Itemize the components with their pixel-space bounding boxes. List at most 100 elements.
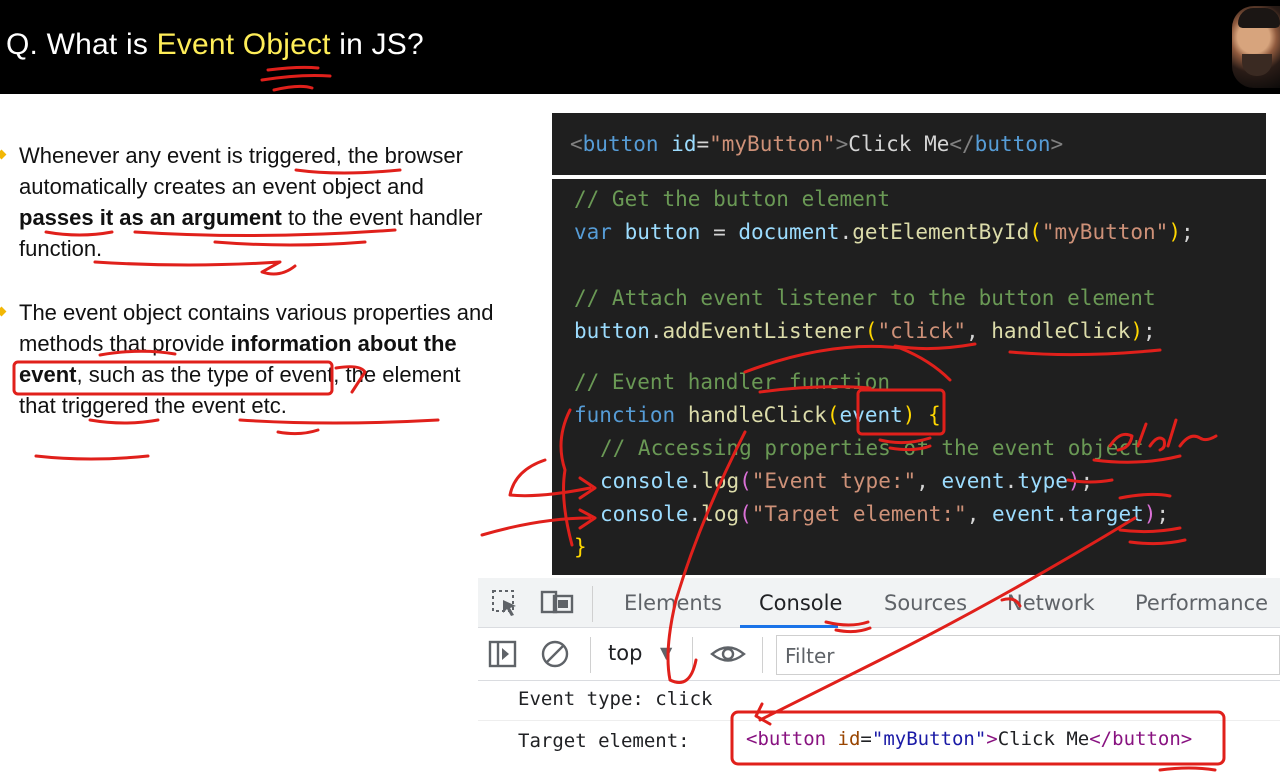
bullet-text: , such as the type of event, the element… — [19, 362, 461, 418]
code-token: handleClick — [991, 319, 1131, 343]
code-token: addEventListener — [662, 319, 865, 343]
code-token: > — [1050, 132, 1064, 156]
code-token: button — [624, 220, 701, 244]
code-token: . — [1004, 469, 1018, 493]
code-token: getElementById — [852, 220, 1030, 244]
code-token: ) — [1130, 319, 1144, 343]
presenter-avatar — [1232, 6, 1280, 88]
code-line: // Accessing properties of the event obj… — [600, 436, 1144, 466]
code-token: button — [582, 132, 659, 156]
bullet-item: Whenever any event is triggered, the bro… — [0, 140, 500, 264]
code-token: "myButton" — [1041, 220, 1169, 244]
code-token: < — [570, 132, 583, 156]
code-line: // Get the button element — [574, 187, 890, 217]
js-code-panel: // Get the button element var button = d… — [552, 179, 1266, 575]
html-code-line: <button id="myButton">Click Me</button> — [570, 132, 1063, 156]
el-token: > — [1180, 728, 1193, 750]
code-line: console.log("Event type:", event.type); — [600, 469, 1093, 499]
el-token: "myButton" — [871, 728, 987, 750]
el-token: Click Me — [997, 728, 1090, 750]
active-tab-indicator — [740, 625, 838, 628]
code-comment: // Event handler function — [574, 370, 891, 394]
code-token: console — [600, 469, 689, 493]
device-toggle-icon[interactable] — [540, 588, 574, 625]
devtools-tab-bar: Elements Console Sources Network Perform… — [478, 578, 1280, 628]
el-token: = — [860, 728, 872, 750]
toolbar-divider — [592, 586, 593, 622]
code-token: "Target element:" — [751, 502, 967, 526]
dropdown-arrow-icon[interactable]: ▼ — [660, 643, 672, 662]
code-token: type — [1017, 469, 1068, 493]
code-token: ; — [1180, 220, 1194, 244]
sidebar-icon[interactable] — [488, 639, 518, 676]
code-token: id — [671, 132, 697, 156]
code-token: log — [701, 502, 740, 526]
code-token: "myButton" — [709, 132, 836, 156]
slide-title: Q. What is Event Object in JS? — [6, 28, 424, 62]
code-token: > — [835, 132, 849, 156]
toolbar-divider — [590, 637, 591, 673]
console-log-label: Target element: — [518, 730, 690, 752]
code-token: Click Me — [848, 132, 950, 156]
tab-sources[interactable]: Sources — [884, 591, 967, 615]
code-token: ) — [1067, 469, 1081, 493]
code-token: } — [574, 535, 587, 559]
code-comment: // Accessing properties of the event obj… — [600, 436, 1144, 460]
toolbar-divider — [692, 637, 693, 673]
clear-console-icon[interactable] — [540, 639, 570, 676]
code-token: ; — [1143, 319, 1156, 343]
code-token: . — [688, 469, 702, 493]
code-token: , — [916, 469, 942, 493]
code-line: button.addEventListener("click", handleC… — [574, 319, 1156, 349]
code-line: // Event handler function — [574, 370, 890, 400]
title-prefix: Q. What is — [6, 28, 157, 61]
log-row-divider — [478, 720, 1280, 721]
context-selector[interactable]: top — [608, 641, 642, 665]
code-token: . — [1055, 502, 1068, 526]
bullet-bold-text: passes it as an argument — [19, 205, 282, 230]
tab-console[interactable]: Console — [759, 591, 842, 615]
title-highlight: Event Object — [156, 28, 331, 61]
bullet-list: Whenever any event is triggered, the bro… — [0, 140, 500, 421]
el-token: button — [1112, 728, 1181, 750]
el-token: > — [986, 728, 998, 750]
code-token: ( — [739, 502, 752, 526]
code-token: . — [688, 502, 702, 526]
code-comment: // Attach event listener to the button e… — [574, 286, 1156, 310]
code-token: event — [839, 403, 903, 427]
code-token: "Event type:" — [751, 469, 917, 493]
code-token: console — [600, 502, 689, 526]
code-token: ) — [902, 403, 916, 427]
code-token: target — [1067, 502, 1144, 526]
code-token: button — [574, 319, 650, 343]
eye-icon[interactable] — [710, 639, 746, 676]
code-token: ) — [1168, 220, 1181, 244]
devtools-panel: Elements Console Sources Network Perform… — [478, 578, 1280, 780]
code-token: </ — [949, 132, 975, 156]
code-token: handleClick — [687, 403, 827, 427]
code-token: ( — [1029, 220, 1042, 244]
code-comment: // Get the button element — [574, 187, 891, 211]
inspect-icon[interactable] — [490, 588, 520, 625]
code-token: ) — [1143, 502, 1157, 526]
code-line: } — [574, 535, 587, 565]
filter-placeholder: Filter — [785, 644, 835, 668]
console-toolbar: top ▼ Filter — [478, 629, 1280, 681]
bullet-text: Whenever any event is triggered, the bro… — [19, 143, 463, 199]
logged-element[interactable]: <button id="myButton">Click Me</button> — [746, 728, 1192, 750]
tab-elements[interactable]: Elements — [624, 591, 722, 615]
bullet-item: The event object contains various proper… — [0, 297, 500, 421]
tab-performance[interactable]: Performance — [1135, 591, 1268, 615]
filter-input[interactable]: Filter — [776, 635, 1280, 675]
bullet-marker-icon — [0, 306, 7, 317]
code-token: event — [992, 502, 1056, 526]
code-line: console.log("Target element:", event.tar… — [600, 502, 1169, 532]
title-suffix: in JS? — [330, 28, 424, 61]
code-token: ( — [826, 403, 840, 427]
code-token: log — [701, 469, 740, 493]
slide-header: Q. What is Event Object in JS? — [0, 0, 1280, 94]
code-token: { — [915, 403, 941, 427]
el-token: </ — [1089, 728, 1113, 750]
tab-network[interactable]: Network — [1007, 591, 1095, 615]
code-token: document — [738, 220, 840, 244]
